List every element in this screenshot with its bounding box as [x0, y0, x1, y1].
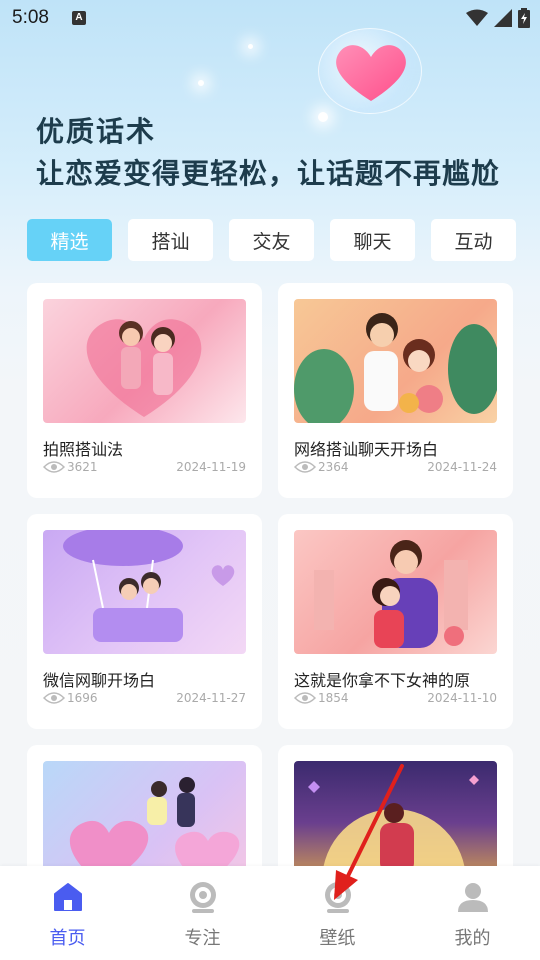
- nav-profile[interactable]: 我的: [405, 866, 540, 960]
- card-date: 2024-11-10: [427, 691, 497, 705]
- hero-title: 优质话术: [36, 115, 157, 148]
- status-icons: [466, 8, 530, 28]
- status-bar: 5:08 A: [0, 0, 540, 36]
- tab-friends[interactable]: 交友: [229, 219, 314, 261]
- view-count: 1854: [294, 691, 349, 705]
- view-count: 2364: [294, 460, 349, 474]
- nav-profile-label: 我的: [454, 928, 491, 949]
- hero-subtitle: 让恋爱变得更轻松，让话题不再尴尬: [36, 157, 501, 190]
- view-count: 3621: [43, 460, 98, 474]
- heart-bubble-decoration: [318, 28, 422, 114]
- eye-icon: [43, 692, 65, 704]
- nav-wallpaper-label: 壁纸: [319, 928, 356, 949]
- eye-icon: [294, 461, 316, 473]
- wallpaper-icon: [324, 882, 351, 913]
- card-date: 2024-11-27: [176, 691, 246, 705]
- card-title: 微信网聊开场白: [43, 671, 156, 690]
- accessibility-icon: A: [72, 11, 86, 25]
- heart-icon: [336, 45, 406, 101]
- card-date: 2024-11-24: [427, 460, 497, 474]
- status-time: 5:08: [12, 7, 49, 28]
- nav-focus[interactable]: 专注: [135, 866, 270, 960]
- eye-icon: [43, 461, 65, 473]
- eye-icon: [294, 692, 316, 704]
- nav-focus-label: 专注: [184, 928, 221, 949]
- sparkle-decoration: [248, 44, 253, 49]
- article-card[interactable]: 网络搭讪聊天开场白 2364 2024-11-24: [278, 283, 513, 498]
- card-title: 网络搭讪聊天开场白: [294, 440, 439, 459]
- card-date: 2024-11-19: [176, 460, 246, 474]
- focus-icon: [189, 882, 216, 913]
- card-image: [43, 530, 246, 654]
- tab-interaction[interactable]: 互动: [431, 219, 516, 261]
- sparkle-decoration: [318, 112, 328, 122]
- wifi-icon: [466, 9, 488, 26]
- view-count-value: 1854: [318, 691, 349, 705]
- nav-home-label: 首页: [49, 928, 86, 949]
- card-image: [43, 299, 246, 423]
- signal-icon: [494, 9, 512, 27]
- bottom-nav: 首页 专注 壁纸 我的: [0, 866, 540, 960]
- sparkle-decoration: [198, 80, 204, 86]
- card-image: [294, 530, 497, 654]
- nav-wallpaper[interactable]: 壁纸: [270, 866, 405, 960]
- category-tabs: 精选 搭讪 交友 聊天 互动: [27, 219, 516, 261]
- view-count-value: 3621: [67, 460, 98, 474]
- card-title: 这就是你拿不下女神的原: [294, 671, 471, 690]
- tab-approach[interactable]: 搭讪: [128, 219, 213, 261]
- home-icon: [53, 883, 82, 911]
- tab-chat[interactable]: 聊天: [330, 219, 415, 261]
- view-count: 1696: [43, 691, 98, 705]
- view-count-value: 2364: [318, 460, 349, 474]
- nav-home[interactable]: 首页: [0, 866, 135, 960]
- tab-featured[interactable]: 精选: [27, 219, 112, 261]
- article-card[interactable]: 微信网聊开场白 1696 2024-11-27: [27, 514, 262, 729]
- card-image: [294, 299, 497, 423]
- battery-icon: [518, 8, 530, 28]
- view-count-value: 1696: [67, 691, 98, 705]
- article-card[interactable]: 拍照搭讪法 3621 2024-11-19: [27, 283, 262, 498]
- card-title: 拍照搭讪法: [43, 440, 124, 459]
- article-card[interactable]: 这就是你拿不下女神的原 1854 2024-11-10: [278, 514, 513, 729]
- profile-icon: [457, 883, 488, 912]
